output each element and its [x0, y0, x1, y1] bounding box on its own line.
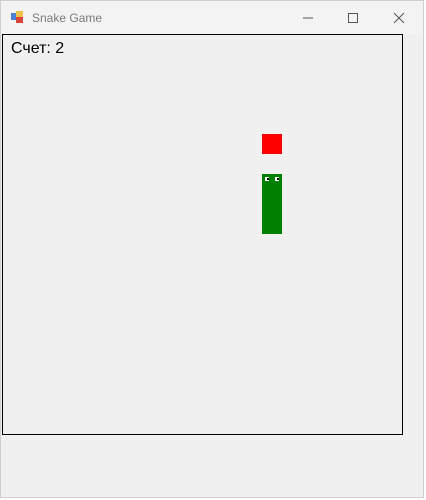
minimize-icon — [303, 17, 313, 19]
app-window: Snake Game Счет: 2 — [0, 0, 424, 498]
maximize-button[interactable] — [330, 1, 376, 34]
window-title: Snake Game — [32, 11, 103, 25]
client-area: Счет: 2 — [1, 34, 423, 497]
snake-body-segment — [262, 194, 282, 214]
close-button[interactable] — [376, 1, 422, 34]
snake-eye-left — [265, 177, 269, 181]
game-field[interactable]: Счет: 2 — [2, 34, 403, 435]
score-label: Счет: 2 — [11, 40, 65, 57]
snake-body-segment — [262, 214, 282, 234]
snake-head — [262, 174, 282, 194]
app-icon — [11, 11, 23, 23]
close-icon — [393, 12, 405, 24]
minimize-button[interactable] — [285, 1, 331, 34]
food-block — [262, 134, 282, 154]
maximize-icon — [348, 13, 358, 23]
snake-eye-right — [275, 177, 279, 181]
title-bar[interactable]: Snake Game — [1, 1, 423, 34]
